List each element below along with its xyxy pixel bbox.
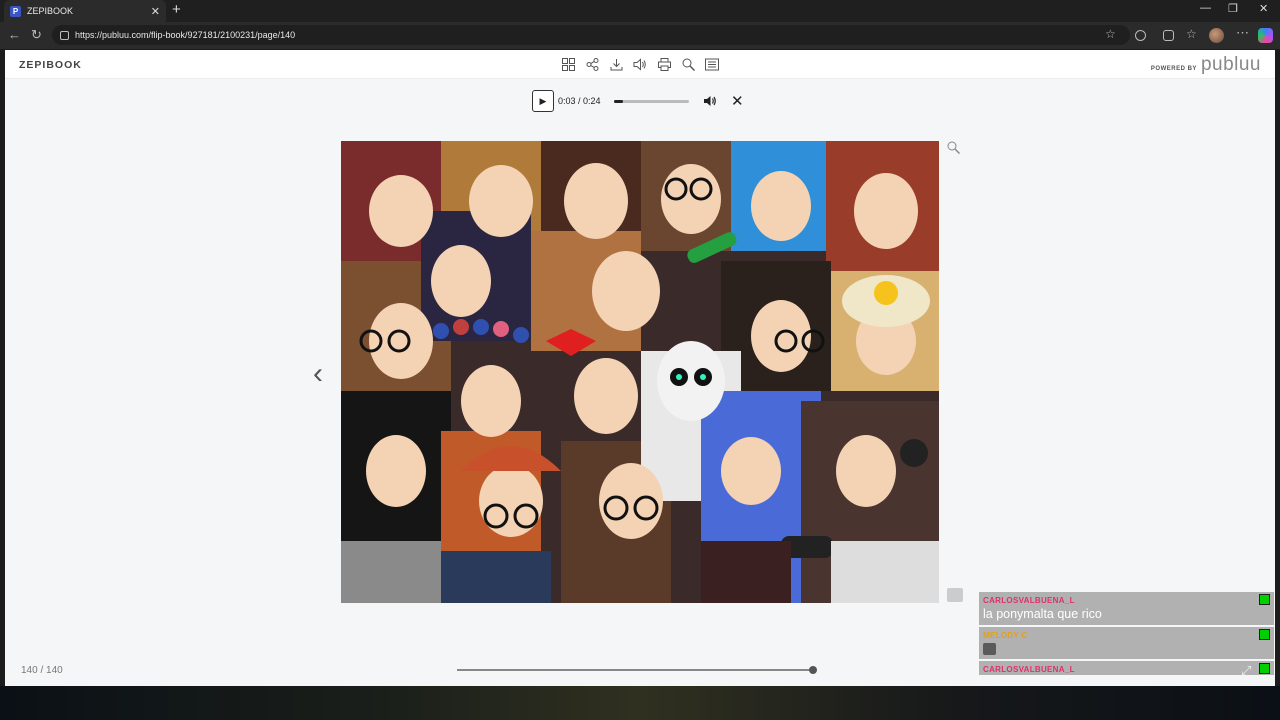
fullscreen-icon[interactable]: ⤢ <box>1241 663 1251 679</box>
audio-close-button[interactable]: ✕ <box>731 92 744 110</box>
url-field[interactable]: https://publuu.com/flip-book/927181/2100… <box>52 25 1130 45</box>
favorite-star-icon[interactable]: ☆ <box>1105 27 1116 41</box>
close-window-button[interactable]: ✕ <box>1259 2 1268 15</box>
minimize-button[interactable]: — <box>1200 2 1211 14</box>
chat-overlay: CARLOSVALBUENA_L la ponymalta que rico M… <box>979 592 1274 677</box>
comment-icon[interactable] <box>947 588 963 602</box>
audio-player: ▶ 0:03 / 0:24 ✕ <box>532 89 754 113</box>
chat-username: CARLOSVALBUENA_L <box>983 665 1075 674</box>
lock-icon <box>60 30 69 40</box>
share-icon[interactable] <box>584 56 600 72</box>
copilot-icon[interactable] <box>1258 28 1273 43</box>
powered-by-label: POWERED BY <box>1150 66 1197 72</box>
restore-button[interactable]: ❐ <box>1228 2 1238 15</box>
read-aloud-icon[interactable] <box>1085 30 1096 41</box>
chat-badge-icon <box>1259 663 1270 674</box>
chat-emote-icon <box>983 643 996 655</box>
audio-progress-fill <box>614 99 624 103</box>
tab-close-icon[interactable]: ✕ <box>151 5 160 18</box>
download-icon[interactable] <box>608 56 624 72</box>
anime-collage-illustration <box>341 141 939 603</box>
flipbook-viewport: ZEPIBOOK POWERED BY publuu ▶ 0:03 / 0:24… <box>5 50 1275 686</box>
stream-background-strip <box>0 686 1280 720</box>
toc-icon[interactable] <box>704 56 720 72</box>
extensions-icon[interactable] <box>1135 30 1146 41</box>
chat-message: CARLOSVALBUENA_L la ponymalta que rico <box>979 592 1274 625</box>
url-text: https://publuu.com/flip-book/927181/2100… <box>75 30 296 40</box>
sound-icon[interactable] <box>632 56 648 72</box>
powered-by-publuu[interactable]: POWERED BY publuu <box>1151 54 1261 76</box>
page-slider[interactable] <box>457 666 817 674</box>
tab-title: ZEPIBOOK <box>27 6 74 16</box>
collections-icon[interactable] <box>1163 30 1174 41</box>
profile-avatar[interactable] <box>1209 28 1224 43</box>
zoom-icon[interactable] <box>947 141 961 159</box>
chat-message: MELODY C <box>979 627 1274 659</box>
flipbook-brand: ZEPIBOOK <box>19 59 82 71</box>
audio-time: 0:03 / 0:24 <box>558 96 601 106</box>
chat-message: CARLOSVALBUENA_L <box>979 661 1274 675</box>
chat-badge-icon <box>1259 594 1270 605</box>
volume-icon[interactable] <box>703 94 717 108</box>
browser-address-bar: ← ↻ https://publuu.com/flip-book/927181/… <box>0 22 1280 49</box>
more-menu-icon[interactable]: ⋯ <box>1236 25 1249 40</box>
flipbook-toolbar <box>560 56 720 72</box>
flipbook-header: ZEPIBOOK POWERED BY publuu <box>5 50 1275 79</box>
refresh-icon[interactable]: ↻ <box>31 27 42 43</box>
page-slider-knob[interactable] <box>809 666 817 674</box>
translate-icon[interactable] <box>1063 30 1074 41</box>
browser-tab-bar: P ZEPIBOOK ✕ + — ❐ ✕ <box>0 0 1280 22</box>
back-icon[interactable]: ← <box>8 27 21 42</box>
favorites-bar-icon[interactable]: ☆ <box>1186 27 1197 41</box>
chat-badge-icon <box>1259 629 1270 640</box>
publuu-logo: publuu <box>1200 54 1261 75</box>
chat-username: CARLOSVALBUENA_L <box>983 596 1075 605</box>
publuu-favicon-icon: P <box>10 5 21 17</box>
chat-username: MELODY C <box>983 631 1028 640</box>
chat-text: la ponymalta que rico <box>983 607 1102 621</box>
browser-tab[interactable]: P ZEPIBOOK ✕ <box>4 0 166 22</box>
print-icon[interactable] <box>656 56 672 72</box>
previous-page-arrow[interactable]: ‹ <box>313 357 323 391</box>
play-button[interactable]: ▶ <box>532 90 554 112</box>
new-tab-button[interactable]: + <box>172 2 181 18</box>
page-counter: 140 / 140 <box>21 665 63 676</box>
search-icon[interactable] <box>680 56 696 72</box>
grid-icon[interactable] <box>560 56 576 72</box>
book-page-image <box>341 141 939 603</box>
audio-progress-bar[interactable] <box>614 99 689 103</box>
